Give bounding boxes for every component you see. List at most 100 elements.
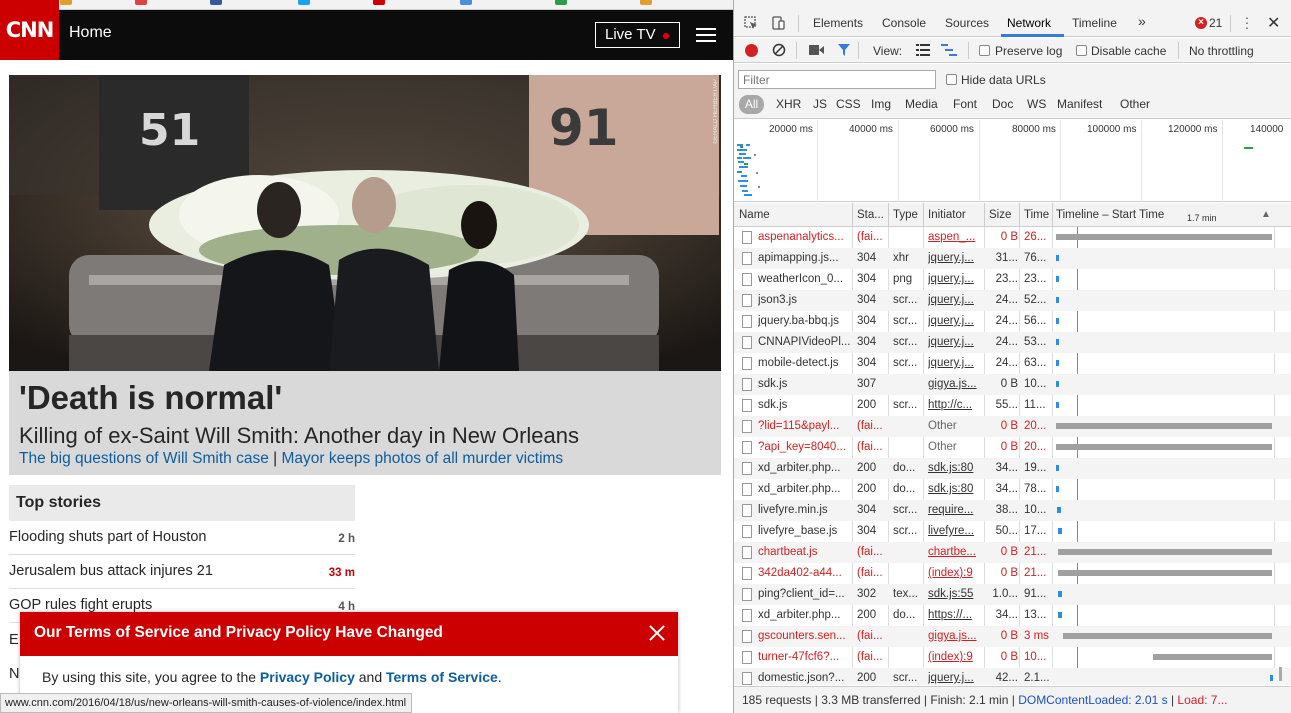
story-title[interactable]: GOP rules fight erupts (9, 597, 152, 613)
column-initiator[interactable]: Initiator (928, 209, 966, 221)
request-initiator[interactable]: http://c... (928, 399, 983, 411)
column-time[interactable]: Time (1024, 209, 1049, 221)
preserve-log-checkbox[interactable] (979, 45, 990, 56)
story-item[interactable]: Jerusalem bus attack injures 21 33 m (9, 555, 355, 589)
type-filter-ws[interactable]: WS (1027, 97, 1046, 111)
request-initiator[interactable]: jquery.j... (928, 315, 983, 327)
throttling-select[interactable]: No throttling (1189, 44, 1254, 58)
error-icon[interactable]: × (1195, 17, 1207, 29)
hero-photo[interactable]: 51 91 (9, 75, 721, 371)
type-filter-doc[interactable]: Doc (992, 97, 1013, 111)
type-filter-css[interactable]: CSS (836, 97, 861, 111)
request-row[interactable]: jquery.ba-bbq.js 304 scr... jquery.j... 24..… (734, 311, 1291, 332)
request-initiator[interactable]: (index):9 (928, 567, 983, 579)
tab-timeline[interactable]: Timeline (1072, 16, 1117, 30)
waterfall-view-icon[interactable] (941, 44, 957, 56)
tab-network[interactable]: Network (1007, 16, 1051, 30)
request-row[interactable]: mobile-detect.js 304 scr... jquery.j... 24..… (734, 353, 1291, 374)
request-initiator[interactable]: gigya.js... (928, 630, 983, 642)
request-row[interactable]: weatherIcon_0... 304 png jquery.j... 23... 23… (734, 269, 1291, 290)
story-item[interactable]: Flooding shuts part of Houston 2 h (9, 521, 355, 555)
story-item-partial[interactable]: E (9, 632, 19, 648)
type-filter-font[interactable]: Font (953, 97, 977, 111)
request-initiator[interactable]: jquery.j... (928, 273, 983, 285)
type-filter-js[interactable]: JS (813, 97, 827, 111)
hero-subheadline[interactable]: Killing of ex-Saint Will Smith: Another … (19, 423, 579, 449)
kebab-menu-icon[interactable]: · · · (1244, 10, 1250, 34)
request-row[interactable]: sdk.js 307 gigya.js... 0 B 10... (734, 374, 1291, 395)
nav-home[interactable]: Home (69, 24, 112, 42)
request-initiator[interactable]: https://... (928, 609, 983, 621)
request-initiator[interactable]: chartbe... (928, 546, 983, 558)
request-row[interactable]: CNNAPIVideoPl... 304 scr... jquery.j... 24..… (734, 332, 1291, 353)
request-initiator[interactable]: jquery.j... (928, 672, 983, 684)
live-tv-button[interactable]: Live TV (595, 22, 680, 48)
error-count[interactable]: 21 (1209, 16, 1222, 30)
inspect-element-icon[interactable] (744, 16, 758, 30)
request-row[interactable]: gscounters.sen... (fai... gigya.js... 0 B 3 … (734, 626, 1291, 647)
column-status[interactable]: Sta... (857, 209, 884, 221)
cnn-logo[interactable]: CNN (0, 0, 59, 60)
request-initiator[interactable]: jquery.j... (928, 336, 983, 348)
terms-of-service-link[interactable]: Terms of Service (386, 669, 498, 685)
close-devtools-icon[interactable]: ✕ (1267, 13, 1280, 33)
type-filter-xhr[interactable]: XHR (776, 97, 801, 111)
request-initiator[interactable]: (index):9 (928, 651, 983, 663)
column-name[interactable]: Name (739, 209, 770, 221)
column-size[interactable]: Size (989, 209, 1011, 221)
request-initiator[interactable]: sdk.js:80 (928, 483, 983, 495)
related-link-questions[interactable]: The big questions of Will Smith case (19, 450, 269, 467)
request-row[interactable]: xd_arbiter.php... 200 do... https://... 34..… (734, 605, 1291, 626)
hide-data-urls-checkbox[interactable] (946, 74, 957, 85)
request-initiator[interactable]: gigya.js... (928, 378, 983, 390)
disable-cache-checkbox[interactable] (1076, 45, 1087, 56)
filter-icon[interactable] (837, 43, 851, 57)
screenshot-capture-icon[interactable] (809, 44, 825, 56)
request-row[interactable]: 342da402-a44... (fai... (index):9 0 B 21... (734, 563, 1291, 584)
type-filter-media[interactable]: Media (905, 97, 938, 111)
request-row[interactable]: domestic.json?... 200 scr... jquery.j... 42.… (734, 668, 1291, 685)
clear-icon[interactable] (772, 43, 786, 57)
request-row[interactable]: turner-47fcf6?... (fai... (index):9 0 B 10..… (734, 647, 1291, 668)
request-initiator[interactable]: jquery.j... (928, 357, 983, 369)
hero-story[interactable]: 51 91 GERALD HERBERT/AP 'Death is normal… (9, 75, 721, 475)
type-filter-manifest[interactable]: Manifest (1057, 97, 1102, 111)
request-row[interactable]: chartbeat.js (fai... chartbe... 0 B 21... (734, 542, 1291, 563)
request-initiator[interactable]: require... (928, 504, 983, 516)
request-initiator[interactable]: sdk.js:80 (928, 462, 983, 474)
tab-elements[interactable]: Elements (813, 16, 863, 30)
story-item-partial[interactable]: N (9, 666, 19, 682)
request-initiator[interactable]: livefyre... (928, 525, 983, 537)
more-tabs-icon[interactable]: » (1138, 13, 1146, 29)
tab-sources[interactable]: Sources (945, 16, 989, 30)
list-view-icon[interactable] (916, 44, 930, 56)
hamburger-menu-icon[interactable] (696, 28, 716, 42)
request-row[interactable]: sdk.js 200 scr... http://c... 55... 11... (734, 395, 1291, 416)
request-initiator[interactable]: aspen_... (928, 231, 983, 243)
scrollbar-thumb[interactable] (1279, 667, 1282, 681)
filter-input[interactable] (738, 70, 936, 89)
request-initiator[interactable]: jquery.j... (928, 252, 983, 264)
request-row[interactable]: ping?client_id=... 302 tex... sdk.js:55 1.0.… (734, 584, 1291, 605)
hide-data-urls-label[interactable]: Hide data URLs (961, 73, 1046, 87)
privacy-policy-link[interactable]: Privacy Policy (260, 669, 355, 685)
request-initiator[interactable]: jquery.j... (928, 294, 983, 306)
type-filter-img[interactable]: Img (871, 97, 891, 111)
column-timeline[interactable]: Timeline – Start Time (1056, 209, 1164, 221)
request-row[interactable]: xd_arbiter.php... 200 do... sdk.js:80 34... 7… (734, 479, 1291, 500)
request-row[interactable]: ?api_key=8040... (fai... Other 0 B 20... (734, 437, 1291, 458)
request-row[interactable]: livefyre.min.js 304 scr... require... 38... 1… (734, 500, 1291, 521)
disable-cache-label[interactable]: Disable cache (1091, 44, 1166, 58)
related-link-mayor-photos[interactable]: Mayor keeps photos of all murder victims (281, 450, 563, 467)
column-type[interactable]: Type (893, 209, 918, 221)
type-filter-all[interactable]: All (739, 95, 764, 114)
close-icon[interactable] (648, 624, 666, 642)
request-initiator[interactable]: sdk.js:55 (928, 588, 983, 600)
type-filter-other[interactable]: Other (1120, 97, 1150, 111)
device-toolbar-icon[interactable] (771, 16, 785, 30)
tab-console[interactable]: Console (882, 16, 926, 30)
hero-headline[interactable]: 'Death is normal' (19, 379, 282, 417)
request-row[interactable]: livefyre_base.js 304 scr... livefyre... 50..… (734, 521, 1291, 542)
network-overview[interactable]: 20000 ms 40000 ms 60000 ms 80000 ms 1000… (734, 120, 1291, 202)
request-row[interactable]: apimapping.js... 304 xhr jquery.j... 31... 76… (734, 248, 1291, 269)
